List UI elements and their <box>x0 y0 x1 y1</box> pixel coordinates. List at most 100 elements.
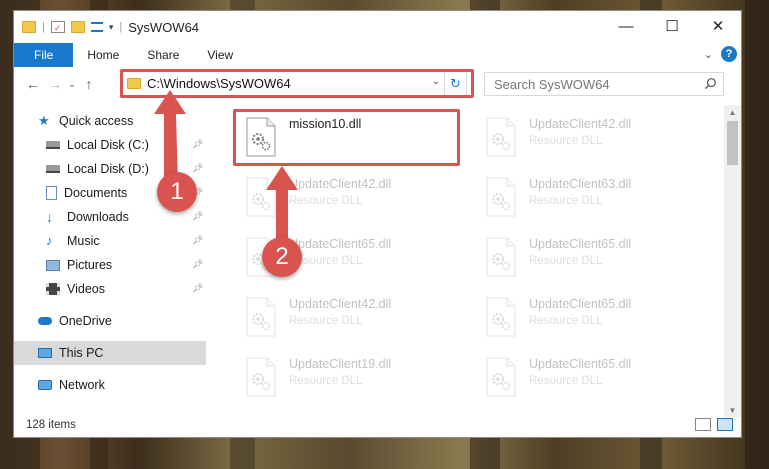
search-input[interactable]: Search SysWOW64 <box>484 72 724 96</box>
dll-file-icon <box>486 297 516 337</box>
file-item[interactable]: UpdateClient19.dll Resource DLL <box>241 351 471 411</box>
file-description: Resource DLL <box>289 195 363 207</box>
drive-icon <box>46 165 60 173</box>
forward-arrow-icon[interactable]: → <box>44 76 66 92</box>
file-name: UpdateClient19.dll <box>289 357 392 371</box>
dll-file-icon <box>486 237 516 277</box>
download-icon: ↓ <box>46 209 53 225</box>
details-view-icon[interactable] <box>695 418 711 431</box>
dll-file-icon <box>486 357 516 397</box>
step1-marker: 1 <box>157 172 197 212</box>
scrollbar-thumb[interactable] <box>727 121 738 165</box>
title-bar: | ✓ ▾ | SysWOW64 — ☐ ✕ <box>14 11 741 43</box>
file-name: UpdateClient42.dll <box>529 117 632 131</box>
sidebar-item-label: Local Disk (D:) <box>67 162 149 176</box>
up-arrow-icon[interactable]: ↑ <box>78 76 100 92</box>
maximize-button[interactable]: ☐ <box>649 11 695 41</box>
step2-marker: 2 <box>262 237 302 277</box>
computer-icon <box>38 348 52 358</box>
properties-icon[interactable]: ✓ <box>50 21 65 33</box>
customize-toolbar-icon[interactable] <box>90 22 103 32</box>
sidebar-item-label: Documents <box>64 186 128 200</box>
close-button[interactable]: ✕ <box>695 11 741 41</box>
dll-file-icon <box>246 357 276 397</box>
pin-icon[interactable]: 📌︎ <box>192 283 203 293</box>
pin-icon[interactable]: 📌︎ <box>192 211 203 221</box>
navigation-pane: ★ Quick access Local Disk (C:) 📌︎ Local … <box>14 109 209 409</box>
address-highlight-box <box>120 69 474 98</box>
sidebar-item-pictures[interactable]: Pictures 📌︎ <box>14 253 206 277</box>
network-icon <box>38 380 52 390</box>
documents-icon <box>46 186 57 200</box>
dll-file-icon <box>486 177 516 217</box>
file-explorer-window: | ✓ ▾ | SysWOW64 — ☐ ✕ File Home Share V… <box>13 10 742 438</box>
toolbar-separator: | <box>42 21 45 33</box>
window-controls: — ☐ ✕ <box>603 11 741 41</box>
sidebar-item-network[interactable]: Network <box>14 373 206 397</box>
navigation-bar: ← → ⌄ ↑ C:\Windows\SysWOW64 ⌄ ↻ Search S… <box>14 69 741 99</box>
pin-icon[interactable]: 📌︎ <box>192 139 203 149</box>
minimize-button[interactable]: — <box>603 11 649 41</box>
star-icon: ★ <box>38 113 50 128</box>
tab-view[interactable]: View <box>193 43 247 67</box>
cloud-icon <box>38 317 52 325</box>
file-description: Resource DLL <box>529 315 603 327</box>
sidebar-item-label: This PC <box>59 346 104 360</box>
sidebar-item-label: Videos <box>67 282 105 296</box>
back-arrow-icon[interactable]: ← <box>22 76 44 92</box>
ribbon-tabs: File Home Share View ⌄ ? <box>14 43 741 67</box>
tab-file[interactable]: File <box>14 43 74 67</box>
file-description: Resource DLL <box>529 255 603 267</box>
sidebar-item-label: Network <box>59 378 105 392</box>
file-name: UpdateClient42.dll <box>289 297 392 311</box>
view-buttons <box>695 418 733 431</box>
help-icon[interactable]: ? <box>721 46 737 62</box>
vertical-scrollbar[interactable]: ▲ ▼ <box>724 105 741 417</box>
new-folder-icon[interactable] <box>70 21 85 33</box>
folder-icon[interactable] <box>22 21 36 33</box>
tab-home[interactable]: Home <box>73 43 133 67</box>
sidebar-item-label: Local Disk (C:) <box>67 138 149 152</box>
recent-locations-icon[interactable]: ⌄ <box>66 79 78 90</box>
sidebar-item-videos[interactable]: Videos 📌︎ <box>14 277 206 301</box>
expand-ribbon-icon[interactable]: ⌄ <box>704 48 713 61</box>
search-icon <box>704 78 716 90</box>
dll-file-icon <box>486 117 516 157</box>
pictures-icon <box>46 259 60 271</box>
sidebar-item-label: Music <box>67 234 100 248</box>
file-name: UpdateClient65.dll <box>529 237 632 251</box>
file-item[interactable]: UpdateClient42.dll Resource DLL <box>241 291 471 351</box>
large-icons-view-icon[interactable] <box>717 418 733 431</box>
file-highlight-box <box>233 109 460 166</box>
sidebar-item-label: OneDrive <box>59 314 112 328</box>
sidebar-item-onedrive[interactable]: OneDrive <box>14 309 206 333</box>
file-item[interactable]: UpdateClient65.dll Resource DLL <box>481 291 711 351</box>
file-name: UpdateClient65.dll <box>529 297 632 311</box>
file-name: UpdateClient65.dll <box>529 357 632 371</box>
quick-access-toolbar: | ✓ ▾ | <box>14 21 122 33</box>
sidebar-item-label: Quick access <box>59 114 134 128</box>
file-item[interactable]: UpdateClient42.dll Resource DLL <box>241 171 471 231</box>
tab-share[interactable]: Share <box>133 43 193 67</box>
sidebar-item-label: Pictures <box>67 258 113 272</box>
sidebar-item-this-pc[interactable]: This PC <box>14 341 206 365</box>
sidebar-item-music[interactable]: ♪ Music 📌︎ <box>14 229 206 253</box>
pin-icon[interactable]: 📌︎ <box>192 235 203 245</box>
file-description: Resource DLL <box>529 195 603 207</box>
file-name: UpdateClient65.dll <box>289 237 392 251</box>
chevron-down-icon[interactable]: ▾ <box>109 22 114 33</box>
pin-icon[interactable]: 📌︎ <box>192 259 203 269</box>
file-description: Resource DLL <box>289 375 363 387</box>
status-bar: 128 items <box>14 413 741 437</box>
file-item[interactable]: UpdateClient42.dll Resource DLL <box>481 111 711 171</box>
file-item[interactable]: UpdateClient65.dll Resource DLL <box>481 351 711 411</box>
file-item[interactable]: UpdateClient65.dll Resource DLL <box>481 231 711 291</box>
toolbar-separator: | <box>119 21 123 33</box>
pin-icon[interactable]: 📌︎ <box>192 163 203 173</box>
file-item[interactable]: UpdateClient63.dll Resource DLL <box>481 171 711 231</box>
file-name: UpdateClient63.dll <box>529 177 632 191</box>
scroll-up-icon[interactable]: ▲ <box>724 105 741 119</box>
sidebar-item-local-disk-c[interactable]: Local Disk (C:) 📌︎ <box>14 133 206 157</box>
sidebar-item-quick-access[interactable]: ★ Quick access <box>14 109 206 133</box>
drive-icon <box>46 141 60 149</box>
